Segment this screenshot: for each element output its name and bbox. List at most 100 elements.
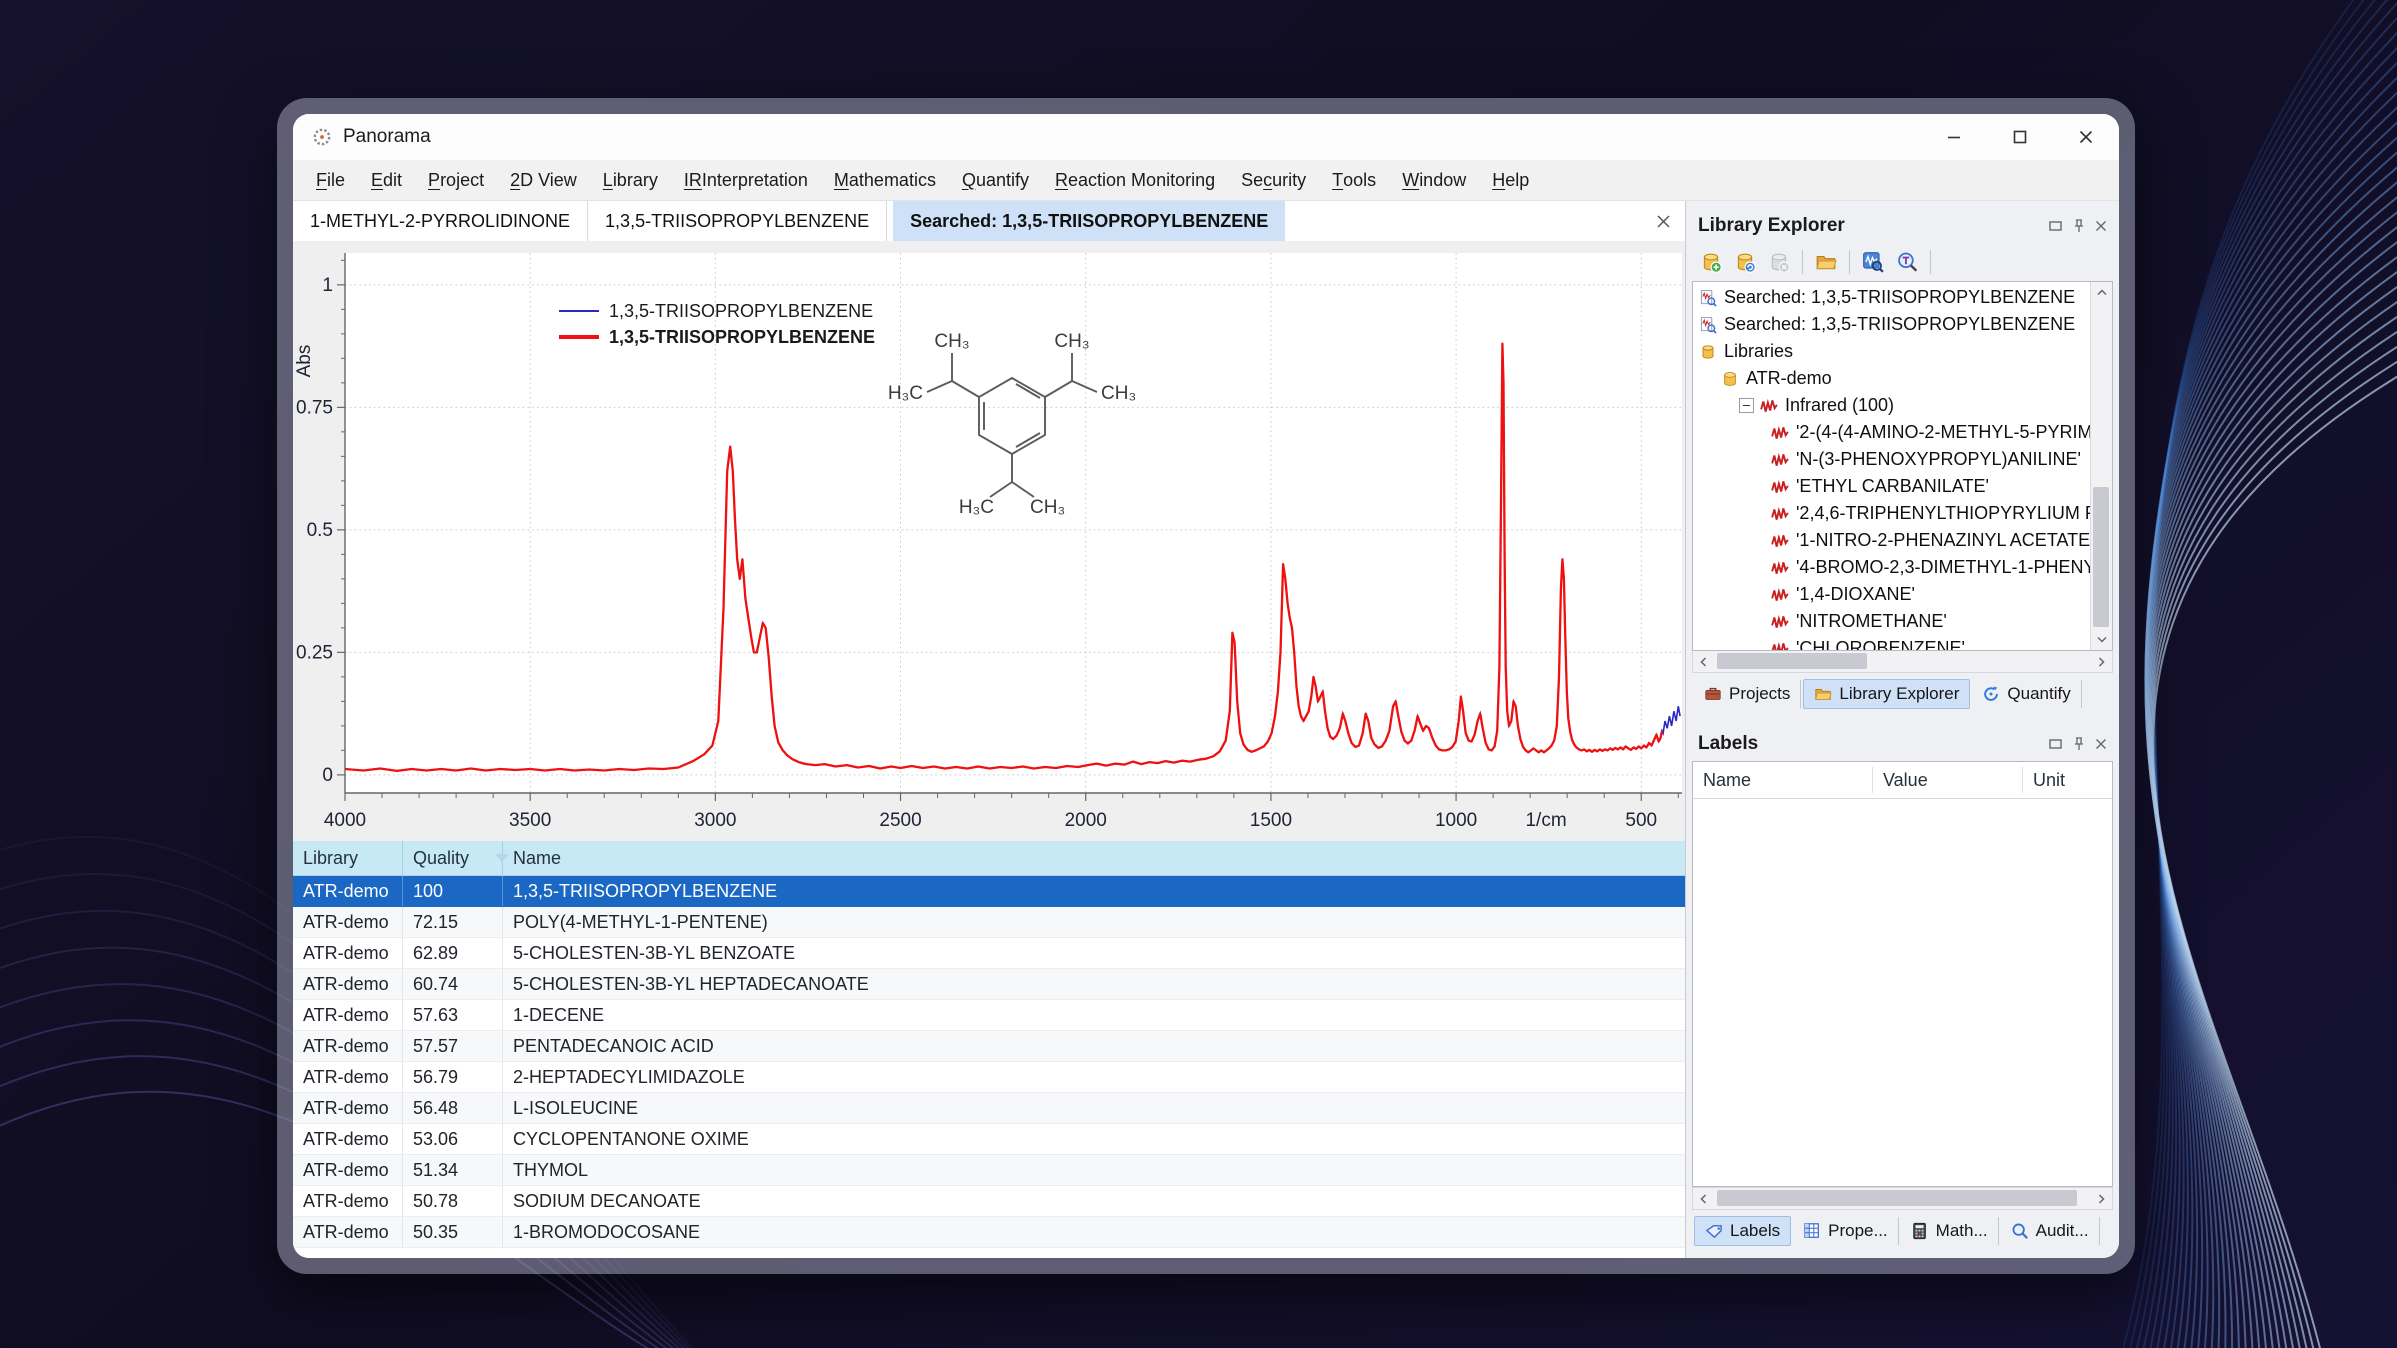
scroll-thumb[interactable] [1717,1190,2077,1206]
close-document-button[interactable] [1641,201,1685,241]
result-row[interactable]: ATR-demo57.631-DECENE [293,1000,1685,1031]
tree-item[interactable]: ATR-demo [1693,365,2090,392]
plot-area[interactable] [345,253,1682,793]
scroll-right-button[interactable] [2091,651,2112,672]
close-button[interactable] [2053,114,2119,160]
labels-tab-audit[interactable]: Audit... [2001,1217,2100,1245]
search-text-button[interactable] [1892,247,1922,277]
x-tick-label: 3500 [509,810,551,831]
spectrum-chart[interactable]: 400035003000250020001500100050000.250.50… [293,241,1685,841]
cell-library: ATR-demo [293,876,403,906]
menu-project[interactable]: Project [415,160,497,200]
labels-tab-prope[interactable]: Prope... [1793,1217,1899,1245]
scroll-up-button[interactable] [2091,282,2112,303]
tab-label: Labels [1730,1221,1780,1241]
labels-column-name[interactable]: Name [1693,767,1873,792]
result-row[interactable]: ATR-demo56.792-HEPTADECYLIMIDAZOLE [293,1062,1685,1093]
tree-item[interactable]: '4-BROMO-2,3-DIMETHYL-1-PHENYL [1693,554,2090,581]
menu-file[interactable]: File [303,160,358,200]
tree-item[interactable]: Searched: 1,3,5-TRIISOPROPYLBENZENE [1693,311,2090,338]
menu-reaction-monitoring[interactable]: Reaction Monitoring [1042,160,1228,200]
tree-item[interactable]: Libraries [1693,338,2090,365]
document-tab-1[interactable]: 1,3,5-TRIISOPROPYLBENZENE [588,201,887,241]
wave-icon [1771,559,1789,577]
cell-name: L-ISOLEUCINE [503,1093,1685,1123]
collapse-expander[interactable] [1739,398,1754,413]
labels-tab-math[interactable]: Math... [1901,1217,1999,1245]
menu-quantify[interactable]: Quantify [949,160,1042,200]
close-pane-button[interactable] [2095,219,2107,233]
tree-item[interactable]: 'ETHYL CARBANILATE' [1693,473,2090,500]
tree-item[interactable]: 'CHLOROBENZENE' [1693,635,2090,651]
scroll-down-button[interactable] [2091,629,2112,650]
float-pane-button[interactable] [2049,219,2063,233]
menu-edit[interactable]: Edit [358,160,415,200]
titlebar[interactable]: Panorama [293,114,2119,160]
dock-tab-libraryexplorer[interactable]: Library Explorer [1803,679,1970,709]
tree-item[interactable]: 'NITROMETHANE' [1693,608,2090,635]
close-pane-button[interactable] [2095,737,2107,751]
tree-item[interactable]: 'N-(3-PHENOXYPROPYL)ANILINE' [1693,446,2090,473]
scroll-thumb[interactable] [1717,653,1867,669]
document-tab-0[interactable]: 1-METHYL-2-PYRROLIDINONE [293,201,588,241]
search-spectra-button[interactable] [1858,247,1888,277]
result-row[interactable]: ATR-demo51.34THYMOL [293,1155,1685,1186]
result-row[interactable]: ATR-demo62.895-CHOLESTEN-3B-YL BENZOATE [293,938,1685,969]
labels-tab-labels[interactable]: Labels [1694,1216,1791,1246]
library-explorer-toolbar [1692,243,2113,281]
minimize-button[interactable] [1921,114,1987,160]
tree-item[interactable]: Searched: 1,3,5-TRIISOPROPYLBENZENE [1693,284,2090,311]
scroll-thumb[interactable] [2093,487,2109,627]
labels-column-value[interactable]: Value [1873,767,2023,792]
result-row[interactable]: ATR-demo57.57PENTADECANOIC ACID [293,1031,1685,1062]
labels-column-unit[interactable]: Unit [2023,767,2112,792]
result-row[interactable]: ATR-demo50.78SODIUM DECANOATE [293,1186,1685,1217]
update-database-button[interactable] [1730,247,1760,277]
cell-quality: 56.79 [403,1062,503,1092]
result-row[interactable]: ATR-demo56.48L-ISOLEUCINE [293,1093,1685,1124]
add-database-button[interactable] [1696,247,1726,277]
desktop: Panorama FileEditProject2D ViewLibraryIR… [0,0,2397,1348]
tab-label: Library Explorer [1839,684,1959,704]
float-pane-button[interactable] [2049,737,2063,751]
remove-database-button[interactable] [1764,247,1794,277]
cell-library: ATR-demo [293,1124,403,1154]
labels-horizontal-scrollbar[interactable] [1692,1187,2113,1210]
document-tab-2[interactable]: Searched: 1,3,5-TRIISOPROPYLBENZENE [893,201,1285,241]
scroll-left-button[interactable] [1693,651,1714,672]
scroll-right-button[interactable] [2091,1188,2112,1209]
tree-item[interactable]: Infrared (100) [1693,392,2090,419]
open-folder-button[interactable] [1811,247,1841,277]
menu-2d-view[interactable]: 2D View [497,160,590,200]
menu-ir-interpretation[interactable]: IR Interpretation [671,160,821,200]
column-header-name[interactable]: Name [503,841,1685,875]
column-header-quality[interactable]: Quality [403,841,503,875]
menu-library[interactable]: Library [590,160,671,200]
scroll-left-button[interactable] [1693,1188,1714,1209]
labels-grid-body[interactable] [1692,799,2113,1187]
column-header-library[interactable]: Library [293,841,403,875]
dock-tab-projects[interactable]: Projects [1694,680,1801,708]
menu-mathematics[interactable]: Mathematics [821,160,949,200]
tree-vertical-scrollbar[interactable] [2090,282,2112,650]
menu-window[interactable]: Window [1389,160,1479,200]
pin-pane-button[interactable] [2073,737,2085,751]
tree-item[interactable]: '1-NITRO-2-PHENAZINYL ACETATE' [1693,527,2090,554]
result-row[interactable]: ATR-demo53.06CYCLOPENTANONE OXIME [293,1124,1685,1155]
result-row[interactable]: ATR-demo50.351-BROMODOCOSANE [293,1217,1685,1248]
tree-horizontal-scrollbar[interactable] [1692,651,2113,673]
menu-security[interactable]: Security [1228,160,1319,200]
tree-item[interactable]: '2-(4-(4-AMINO-2-METHYL-5-PYRIMI [1693,419,2090,446]
menu-help[interactable]: Help [1479,160,1542,200]
result-row[interactable]: ATR-demo72.15POLY(4-METHYL-1-PENTENE) [293,907,1685,938]
result-row[interactable]: ATR-demo60.745-CHOLESTEN-3B-YL HEPTADECA… [293,969,1685,1000]
menu-tools[interactable]: Tools [1319,160,1389,200]
pin-pane-button[interactable] [2073,219,2085,233]
tree-item[interactable]: '1,4-DIOXANE' [1693,581,2090,608]
tree-item[interactable]: '2,4,6-TRIPHENYLTHIOPYRYLIUM P-T [1693,500,2090,527]
cell-library: ATR-demo [293,1217,403,1247]
dock-tab-quantify[interactable]: Quantify [1972,680,2081,708]
legend-label: 1,3,5-TRIISOPROPYLBENZENE [609,327,875,347]
result-row[interactable]: ATR-demo1001,3,5-TRIISOPROPYLBENZENE [293,876,1685,907]
maximize-button[interactable] [1987,114,2053,160]
